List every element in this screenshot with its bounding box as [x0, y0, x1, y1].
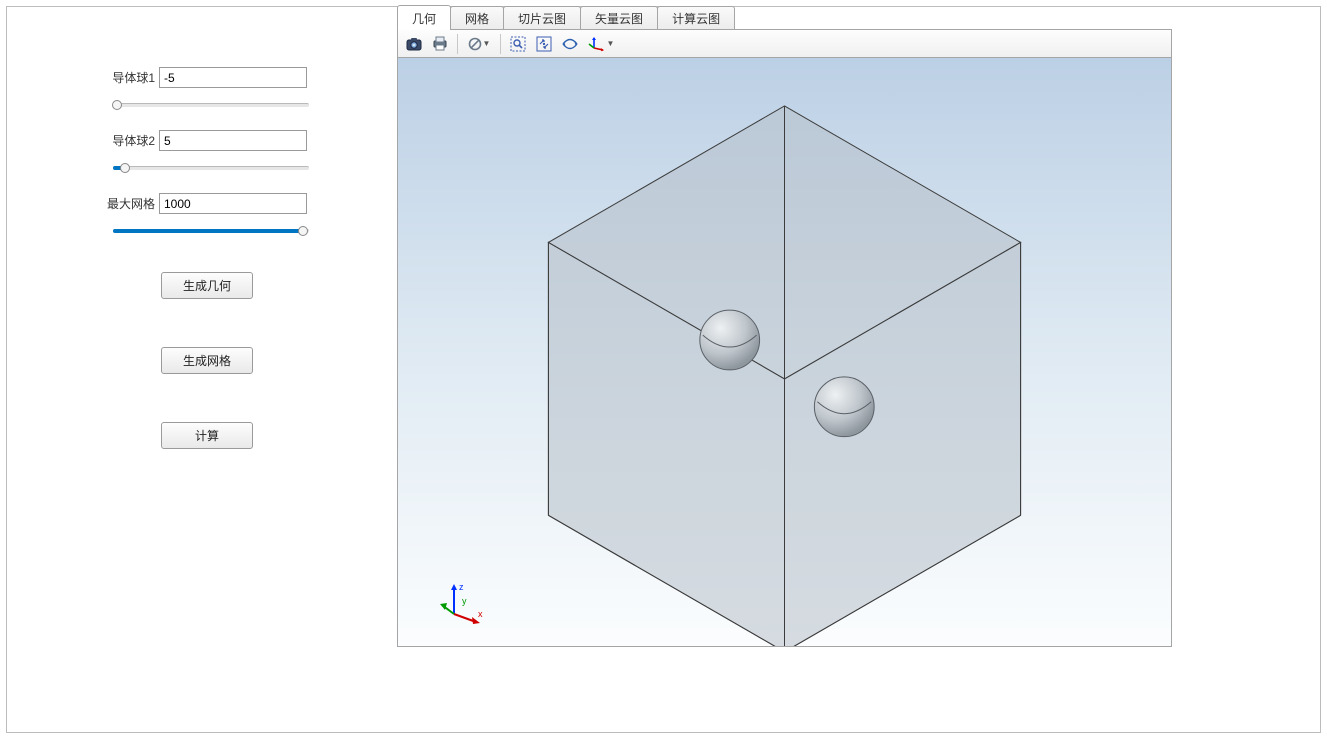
fit-view-icon[interactable] [532, 33, 556, 55]
field3-row: 最大网格 [7, 193, 377, 214]
svg-text:x: x [478, 609, 483, 619]
field3-slider-row [7, 224, 377, 238]
field1-input[interactable] [159, 67, 307, 88]
geometry-scene [398, 58, 1171, 646]
app-frame: 导体球1 导体球2 最大网格 [6, 6, 1321, 733]
field3-label: 最大网格 [107, 195, 155, 212]
tab-vector-cloud[interactable]: 矢量云图 [580, 6, 658, 29]
slider-track [113, 166, 309, 170]
generate-mesh-button[interactable]: 生成网格 [161, 347, 253, 374]
generate-geometry-button[interactable]: 生成几何 [161, 272, 253, 299]
field3-input[interactable] [159, 193, 307, 214]
zoom-box-icon[interactable] [506, 33, 530, 55]
tab-mesh[interactable]: 网格 [450, 6, 504, 29]
3d-viewport[interactable]: z x y [398, 58, 1171, 646]
field2-input[interactable] [159, 130, 307, 151]
field1-slider-row [7, 98, 377, 112]
field2-label: 导体球2 [112, 132, 155, 149]
axes-orientation-icon[interactable]: ▼ [584, 33, 618, 55]
print-icon[interactable] [428, 33, 452, 55]
slider-thumb[interactable] [298, 226, 308, 236]
left-control-panel: 导体球1 导体球2 最大网格 [7, 7, 377, 732]
svg-text:y: y [462, 596, 467, 606]
slider-thumb[interactable] [120, 163, 130, 173]
tab-bar: 几何 网格 切片云图 矢量云图 计算云图 [377, 7, 1320, 29]
axis-triad: z x y [440, 582, 474, 616]
tab-content: ▼ [397, 29, 1172, 647]
view-panel: 几何 网格 切片云图 矢量云图 计算云图 [377, 7, 1320, 732]
field2-row: 导体球2 [7, 130, 377, 151]
camera-icon[interactable] [402, 33, 426, 55]
toolbar-separator [500, 34, 501, 54]
dropdown-arrow-icon: ▼ [607, 39, 615, 48]
viewport-toolbar: ▼ [398, 30, 1171, 58]
field1-label: 导体球1 [112, 69, 155, 86]
toolbar-separator [457, 34, 458, 54]
dropdown-arrow-icon: ▼ [483, 39, 491, 48]
sphere-1 [700, 310, 760, 370]
svg-text:z: z [459, 582, 464, 592]
field3-slider[interactable] [113, 224, 309, 238]
field1-row: 导体球1 [7, 67, 377, 88]
tab-slice-cloud[interactable]: 切片云图 [503, 6, 581, 29]
rotate-view-icon[interactable] [558, 33, 582, 55]
field2-slider[interactable] [113, 161, 309, 175]
slider-track [113, 103, 309, 107]
compute-button[interactable]: 计算 [161, 422, 253, 449]
field2-slider-row [7, 161, 377, 175]
slider-fill [113, 229, 303, 233]
cancel-icon[interactable]: ▼ [463, 33, 495, 55]
field1-slider[interactable] [113, 98, 309, 112]
tab-compute-cloud[interactable]: 计算云图 [657, 6, 735, 29]
sphere-2 [814, 377, 874, 437]
tab-geometry[interactable]: 几何 [397, 5, 451, 30]
slider-thumb[interactable] [112, 100, 122, 110]
